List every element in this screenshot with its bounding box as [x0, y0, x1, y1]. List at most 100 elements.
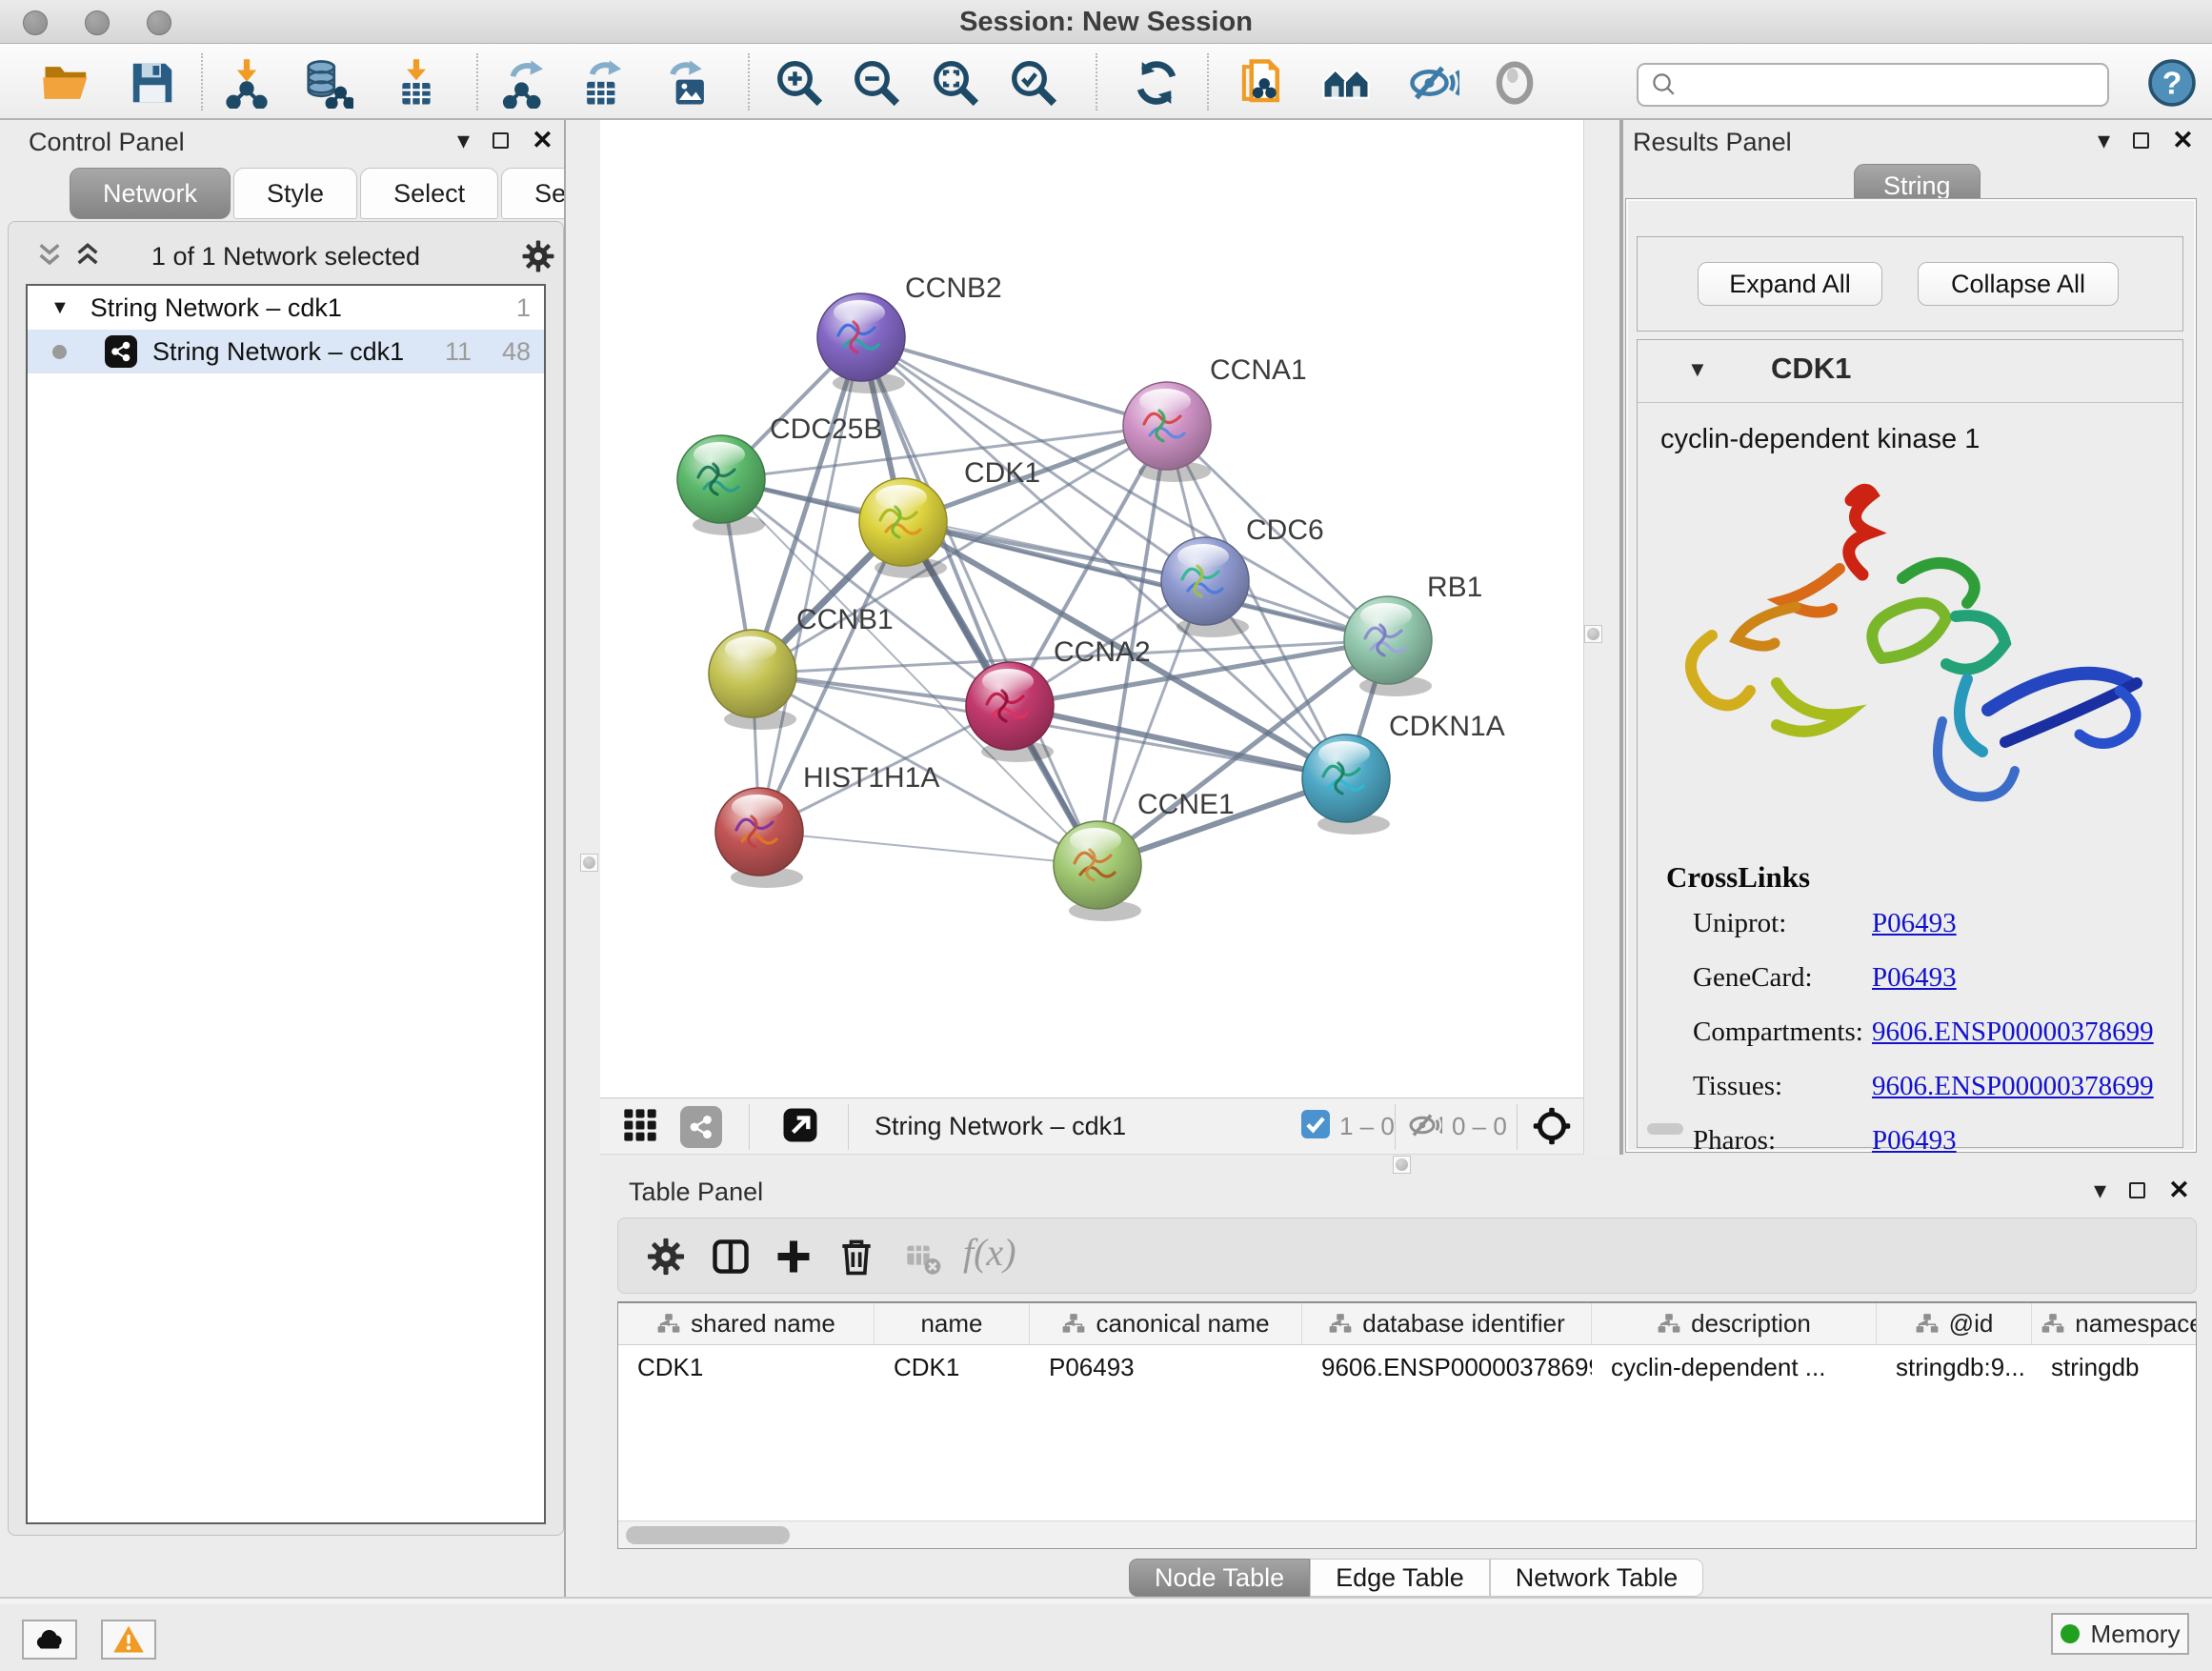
- add-column-button[interactable]: [773, 1236, 814, 1278]
- panel-dropdown-icon[interactable]: ▾: [2098, 126, 2110, 155]
- warnings-button[interactable]: [101, 1620, 156, 1660]
- tab-network[interactable]: Network: [70, 168, 231, 219]
- tree-expand-icon[interactable]: ▼: [50, 297, 70, 319]
- right-splitter-handle[interactable]: [1584, 625, 1602, 643]
- tab-edge-table[interactable]: Edge Table: [1310, 1559, 1490, 1597]
- show-eye-button[interactable]: [1484, 55, 1545, 111]
- apply-layout-button[interactable]: [1126, 55, 1187, 111]
- network-edge-CCNA2-CDKN1A[interactable]: [1010, 706, 1346, 778]
- tab-node-table[interactable]: Node Table: [1129, 1559, 1310, 1597]
- column-header-@id[interactable]: @id: [1877, 1303, 2032, 1344]
- table-options-button[interactable]: [645, 1236, 687, 1278]
- function-builder-button[interactable]: f(x): [963, 1230, 1016, 1275]
- network-options-button[interactable]: [520, 238, 556, 274]
- collapse-all-networks-button[interactable]: [34, 240, 67, 272]
- panel-close-icon[interactable]: ✕: [2172, 126, 2194, 155]
- network-node-RB1[interactable]: [1344, 596, 1432, 696]
- column-header-database-identifier[interactable]: database identifier: [1302, 1303, 1592, 1344]
- zoom-out-button[interactable]: [846, 55, 907, 111]
- fit-selected-button[interactable]: [1532, 1106, 1574, 1148]
- tab-select[interactable]: Select: [360, 168, 498, 219]
- table-cell[interactable]: CDK1: [875, 1345, 1030, 1389]
- network-edge-CCNB2-HIST1H1A[interactable]: [759, 337, 861, 832]
- export-table-button[interactable]: [573, 55, 633, 111]
- crosslink-value-link[interactable]: 9606.ENSP00000378699: [1872, 1017, 2154, 1048]
- network-edge-CCNB2-CDKN1A[interactable]: [861, 337, 1346, 778]
- network-node-CCNB2[interactable]: [817, 293, 905, 393]
- column-header-description[interactable]: description: [1592, 1303, 1877, 1344]
- table-row[interactable]: CDK1CDK1P064939606.ENSP00000378699cyclin…: [618, 1345, 2196, 1389]
- zoom-fit-button[interactable]: [925, 55, 986, 111]
- help-button[interactable]: ?: [2142, 55, 2202, 111]
- glass-effect-toggle-button[interactable]: [1403, 55, 1464, 111]
- tab-style[interactable]: Style: [233, 168, 357, 219]
- network-canvas[interactable]: CCNB2CCNA1CDC25BCDK1CDC6RB1CCNB1CCNA2CDK…: [600, 120, 1583, 1097]
- panel-close-icon[interactable]: ✕: [532, 126, 553, 155]
- table-hscrollbar[interactable]: [618, 1520, 2196, 1548]
- column-header-name[interactable]: name: [875, 1303, 1030, 1344]
- crosslink-value-link[interactable]: P06493: [1872, 908, 1957, 939]
- panel-float-icon[interactable]: [2129, 1182, 2145, 1198]
- crosslink-value-link[interactable]: P06493: [1872, 962, 1957, 994]
- delete-column-button[interactable]: [835, 1236, 877, 1278]
- cdk1-card-header[interactable]: ▼ CDK1: [1638, 340, 2182, 403]
- clone-network-button[interactable]: [1232, 55, 1293, 111]
- string-home-button[interactable]: [1316, 55, 1377, 111]
- import-network-from-file-button[interactable]: [216, 55, 277, 111]
- search-input[interactable]: [1679, 70, 2079, 100]
- network-node-CDC25B[interactable]: [677, 435, 765, 535]
- selected-checkbox[interactable]: [1301, 1110, 1330, 1138]
- table-cell[interactable]: CDK1: [618, 1345, 875, 1389]
- panel-close-icon[interactable]: ✕: [2168, 1176, 2190, 1205]
- table-cell[interactable]: stringdb:9...: [1877, 1345, 2032, 1389]
- network-edge-CCNB2-CCNA1[interactable]: [861, 337, 1167, 426]
- network-edge-CCNB2-RB1[interactable]: [861, 337, 1388, 640]
- save-session-button[interactable]: [122, 55, 183, 111]
- network-node-CCNB1[interactable]: [709, 630, 796, 730]
- zoom-selected-button[interactable]: [1003, 55, 1064, 111]
- network-type-button[interactable]: [680, 1106, 722, 1148]
- column-header-shared-name[interactable]: shared name: [618, 1303, 875, 1344]
- network-node-CCNA1[interactable]: [1123, 382, 1211, 482]
- memory-button[interactable]: Memory: [2051, 1613, 2189, 1655]
- birdseye-view-button[interactable]: [621, 1106, 663, 1148]
- cloud-sync-button[interactable]: [22, 1620, 77, 1660]
- table-cell[interactable]: cyclin-dependent ...: [1592, 1345, 1877, 1389]
- import-network-from-database-button[interactable]: [297, 55, 358, 111]
- panel-float-icon[interactable]: [493, 132, 509, 149]
- expand-all-button[interactable]: Expand All: [1698, 262, 1882, 306]
- show-columns-button[interactable]: [710, 1236, 752, 1278]
- open-session-button[interactable]: [36, 55, 97, 111]
- collapse-all-button[interactable]: Collapse All: [1918, 262, 2119, 306]
- table-cell[interactable]: P06493: [1030, 1345, 1302, 1389]
- section-collapse-icon[interactable]: ▼: [1687, 357, 1708, 382]
- export-network-button[interactable]: [495, 55, 556, 111]
- panel-dropdown-icon[interactable]: ▾: [2094, 1176, 2106, 1205]
- network-collection-row[interactable]: ▼ String Network – cdk1 1: [28, 286, 544, 330]
- table-cell[interactable]: stringdb: [2032, 1345, 2197, 1389]
- network-node-CCNE1[interactable]: [1054, 821, 1141, 921]
- hidden-toggle-button[interactable]: [1408, 1108, 1442, 1142]
- delete-table-button[interactable]: [904, 1239, 942, 1278]
- network-node-CCNA2[interactable]: [966, 662, 1054, 762]
- table-cell[interactable]: 9606.ENSP00000378699: [1302, 1345, 1592, 1389]
- detach-view-button[interactable]: [781, 1106, 823, 1148]
- left-splitter-handle[interactable]: [580, 854, 598, 872]
- network-node-HIST1H1A[interactable]: [715, 788, 803, 888]
- network-node-CDKN1A[interactable]: [1302, 735, 1390, 835]
- expand-all-networks-button[interactable]: [72, 240, 105, 272]
- network-node-CDK1[interactable]: [859, 478, 947, 578]
- panel-float-icon[interactable]: [2133, 132, 2149, 149]
- crosslink-value-link[interactable]: 9606.ENSP00000378699: [1872, 1071, 2154, 1102]
- network-row-selected[interactable]: String Network – cdk1 11 48: [28, 330, 544, 373]
- import-table-from-file-button[interactable]: [386, 55, 447, 111]
- tab-network-table[interactable]: Network Table: [1490, 1559, 1704, 1597]
- column-header-namespace[interactable]: namespace: [2032, 1303, 2197, 1344]
- mini-scrollbar[interactable]: [1647, 1123, 1683, 1135]
- export-image-button[interactable]: [657, 55, 718, 111]
- column-header-canonical-name[interactable]: canonical name: [1030, 1303, 1302, 1344]
- panel-dropdown-icon[interactable]: ▾: [457, 126, 470, 155]
- zoom-in-button[interactable]: [769, 55, 830, 111]
- table-hscrollbar-thumb[interactable]: [626, 1526, 790, 1544]
- horizontal-splitter-handle[interactable]: [1393, 1156, 1411, 1174]
